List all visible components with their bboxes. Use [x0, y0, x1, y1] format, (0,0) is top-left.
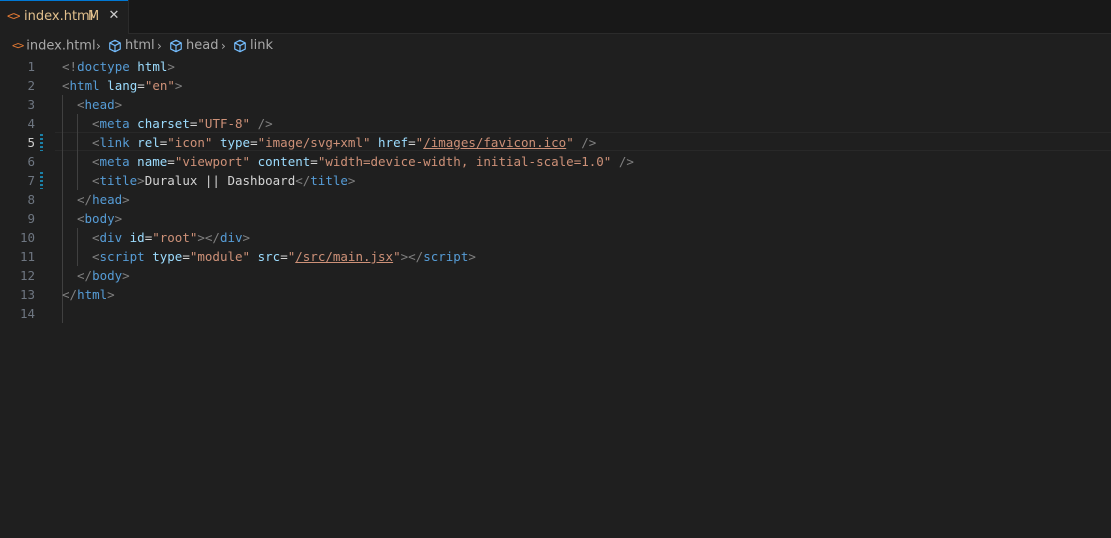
line-number: 13	[19, 287, 35, 302]
line-code: <meta charset="UTF-8" />	[92, 116, 273, 131]
line-code: <head>	[77, 97, 123, 112]
breadcrumb-item-link[interactable]: link	[233, 35, 273, 57]
line-number: 14	[19, 306, 35, 321]
code-line-2: 2 <html lang="en">	[0, 76, 1111, 95]
code-line-11: 11 <script type="module" src="/src/main.…	[0, 247, 1111, 266]
breadcrumb-item-html[interactable]: html	[108, 35, 155, 57]
chevron-right-icon: ›	[221, 39, 226, 53]
line-number: 12	[19, 268, 35, 283]
line-number: 9	[27, 211, 35, 226]
line-number: 10	[19, 230, 35, 245]
tab-filename: index.html	[24, 9, 94, 24]
code-line-6: 6 <meta name="viewport" content="width=d…	[0, 152, 1111, 171]
line-code: <body>	[77, 211, 123, 226]
code-line-10: 10 <div id="root"></div>	[0, 228, 1111, 247]
breadcrumb-label: head	[186, 38, 219, 53]
chevron-right-icon: ›	[96, 39, 101, 53]
line-number: 4	[27, 116, 35, 131]
line-number: 3	[27, 97, 35, 112]
tab-index-html[interactable]: <> index.html M ✕	[0, 0, 129, 34]
element-cube-icon	[234, 39, 246, 52]
line-number: 1	[27, 59, 35, 74]
modified-badge: M	[88, 9, 100, 24]
line-code: </html>	[62, 287, 115, 302]
line-code: </head>	[77, 192, 130, 207]
line-code: <title>Duralux || Dashboard</title>	[92, 173, 356, 188]
html-file-icon: <>	[7, 9, 20, 23]
line-code: <link rel="icon" type="image/svg+xml" hr…	[92, 135, 597, 150]
code-line-5: 5 <link rel="icon" type="image/svg+xml" …	[0, 133, 1111, 152]
line-number: 6	[27, 154, 35, 169]
href-link[interactable]: /images/favicon.ico	[423, 135, 566, 150]
tab-bar: <> index.html M ✕	[0, 0, 1111, 34]
line-code: </body>	[77, 268, 130, 283]
code-line-12: 12 </body>	[0, 266, 1111, 285]
line-code: <html lang="en">	[62, 78, 183, 93]
code-line-4: 4 <meta charset="UTF-8" />	[0, 114, 1111, 133]
code-line-14: 14	[0, 304, 1111, 323]
line-number: 11	[19, 249, 35, 264]
element-cube-icon	[109, 39, 121, 52]
src-link[interactable]: /src/main.jsx	[295, 249, 393, 264]
modified-line-marker	[40, 172, 43, 189]
code-line-13: 13 </html>	[0, 285, 1111, 304]
code-line-7: 7 <title>Duralux || Dashboard</title>	[0, 171, 1111, 190]
breadcrumb-file-label: index.html	[26, 38, 96, 54]
close-icon[interactable]: ✕	[106, 8, 122, 24]
modified-line-marker	[40, 134, 43, 151]
line-number: 7	[27, 173, 35, 188]
line-code: <script type="module" src="/src/main.jsx…	[92, 249, 476, 264]
code-editor[interactable]: 1 <!doctype html> 2 <html lang="en"> 3 <…	[0, 57, 1111, 538]
line-code: <div id="root"></div>	[92, 230, 251, 245]
line-number: 5	[27, 135, 35, 150]
line-number: 2	[27, 78, 35, 93]
line-code: <meta name="viewport" content="width=dev…	[92, 154, 634, 169]
line-number: 8	[27, 192, 35, 207]
breadcrumb-label: html	[125, 38, 155, 53]
html-file-icon: <>	[12, 39, 24, 52]
code-line-8: 8 </head>	[0, 190, 1111, 209]
code-line-1: 1 <!doctype html>	[0, 57, 1111, 76]
chevron-right-icon: ›	[157, 39, 162, 53]
breadcrumb-file[interactable]: <> index.html	[12, 35, 96, 57]
code-line-9: 9 <body>	[0, 209, 1111, 228]
code-line-3: 3 <head>	[0, 95, 1111, 114]
element-cube-icon	[170, 39, 182, 52]
line-code: <!doctype html>	[62, 59, 175, 74]
breadcrumb-label: link	[250, 38, 273, 53]
breadcrumb: <> index.html › html › head › link	[0, 35, 1111, 57]
active-tab-indicator	[0, 0, 128, 1]
breadcrumb-item-head[interactable]: head	[169, 35, 218, 57]
